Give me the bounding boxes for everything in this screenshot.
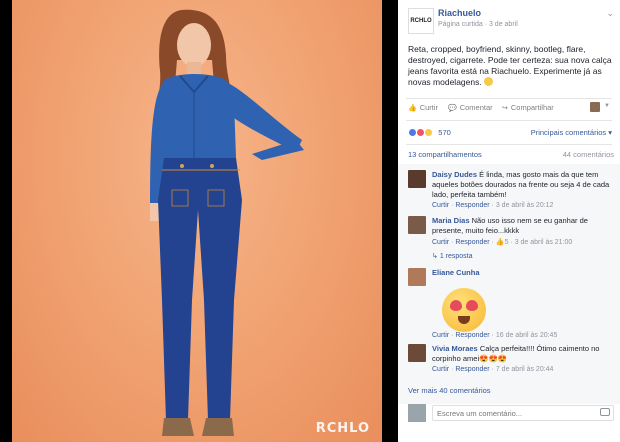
comment-icon: 💬 xyxy=(448,104,457,112)
replies-count: 1 resposta xyxy=(439,253,473,260)
reply-arrow-icon: ↳ xyxy=(432,253,440,260)
share-button[interactable]: ↪ Compartilhar xyxy=(502,103,554,112)
comment-button[interactable]: 💬 Comentar xyxy=(448,103,493,112)
post-text: Reta, cropped, boyfriend, skinny, bootle… xyxy=(408,44,614,88)
comment-time: 3 de abril às 21:00 xyxy=(514,239,573,246)
avatar[interactable] xyxy=(408,268,426,286)
avatar[interactable] xyxy=(590,102,600,112)
post-actions: 👍 Curtir 💬 Comentar ↪ Compartilhar ▼ xyxy=(408,102,614,115)
heart-eye-icon xyxy=(466,300,478,311)
avatar[interactable] xyxy=(408,344,426,362)
engagement-counts: 13 compartilhamentos 44 comentários xyxy=(408,150,614,159)
thumbs-up-icon: 👍 xyxy=(408,104,417,112)
wink-emoji-icon xyxy=(484,77,494,86)
comment-body: Vivia Moraes Calça perfeita!!!! Ótimo ca… xyxy=(432,344,612,364)
comment-time: 16 de abril às 20:45 xyxy=(495,332,558,339)
chevron-down-icon[interactable]: ⌄ xyxy=(606,8,614,19)
share-icon: ↪ xyxy=(502,104,508,112)
comment-meta: Curtir · Responder · 👍5 · 3 de abril às … xyxy=(432,239,573,246)
divider xyxy=(406,98,612,99)
comment-body: Eliane Cunha xyxy=(432,268,612,278)
reactions-count: 570 xyxy=(438,128,451,137)
like-button[interactable]: 👍 Curtir xyxy=(408,103,438,112)
post-header: RCHLO Riachuelo Página curtida · 3 de ab… xyxy=(408,8,614,36)
comment-react-count: 5 xyxy=(504,239,509,246)
comment-author[interactable]: Daisy Dudes xyxy=(432,170,477,179)
heart-eye-icon xyxy=(450,300,462,311)
like-label: Curtir xyxy=(419,103,439,112)
heart-eyes-emoji-icon xyxy=(442,288,486,332)
comments-count: 44 comentários xyxy=(562,150,614,159)
thumbs-up-icon: 👍 xyxy=(495,239,505,246)
page-name-link[interactable]: Riachuelo xyxy=(438,8,481,18)
replies-link[interactable]: ↳ 1 resposta xyxy=(432,252,473,260)
view-more-comments-link[interactable]: Ver mais 40 comentários xyxy=(408,386,491,395)
top-comments-dropdown[interactable]: Principais comentários ▾ xyxy=(531,128,612,137)
avatar[interactable] xyxy=(408,170,426,188)
divider xyxy=(406,120,612,121)
comment-reply-link[interactable]: Responder xyxy=(455,332,489,339)
comments-section: Daisy Dudes É linda, mas gosto mais da q… xyxy=(398,164,620,404)
haha-reaction-icon xyxy=(424,128,434,137)
comment-author[interactable]: Vivia Moraes xyxy=(432,344,478,353)
comment-author[interactable]: Maria Dias xyxy=(432,216,470,225)
comment-meta: Curtir · Responder · 7 de abril às 20:44 xyxy=(432,366,554,373)
caret-down-icon[interactable]: ▼ xyxy=(604,103,610,109)
share-label: Compartilhar xyxy=(510,103,554,112)
reactions-summary[interactable]: 570 Principais comentários ▾ xyxy=(408,128,614,140)
comment-time: 3 de abril às 20:12 xyxy=(495,202,554,209)
comment-composer xyxy=(408,404,614,426)
comment-meta: Curtir · Responder · 3 de abril às 20:12 xyxy=(432,202,554,209)
mouth-shape xyxy=(458,316,470,324)
avatar[interactable] xyxy=(408,216,426,234)
comment-like-link[interactable]: Curtir xyxy=(432,202,449,209)
comment-like-link[interactable]: Curtir xyxy=(432,366,449,373)
camera-icon[interactable] xyxy=(600,408,610,416)
comment-time: 7 de abril às 20:44 xyxy=(495,366,554,373)
model-illustration xyxy=(150,9,304,436)
brand-watermark: RCHLO xyxy=(315,421,370,436)
comment-body: Maria Dias Não uso isso nem se eu ganhar… xyxy=(432,216,612,236)
comment-label: Comentar xyxy=(459,103,493,112)
comment-body: Daisy Dudes É linda, mas gosto mais da q… xyxy=(432,170,612,200)
divider xyxy=(406,144,612,145)
page-logo[interactable]: RCHLO xyxy=(408,8,434,34)
comment-reply-link[interactable]: Responder xyxy=(455,202,489,209)
comment-author[interactable]: Eliane Cunha xyxy=(432,268,480,277)
post-text-body: Reta, cropped, boyfriend, skinny, bootle… xyxy=(408,44,612,87)
post-meta: Página curtida · 3 de abril xyxy=(438,21,518,28)
comment-like-link[interactable]: Curtir xyxy=(432,239,449,246)
post-photo[interactable]: RCHLO xyxy=(12,0,382,442)
comment-input[interactable] xyxy=(432,405,614,421)
avatar[interactable] xyxy=(408,404,426,422)
comment-reply-link[interactable]: Responder xyxy=(455,366,489,373)
comment-like-link[interactable]: Curtir xyxy=(432,332,449,339)
comment-meta: Curtir · Responder · 16 de abril às 20:4… xyxy=(432,332,558,339)
post-panel: RCHLO Riachuelo Página curtida · 3 de ab… xyxy=(398,0,620,442)
comment-reply-link[interactable]: Responder xyxy=(455,239,489,246)
shares-link[interactable]: 13 compartilhamentos xyxy=(408,150,482,159)
